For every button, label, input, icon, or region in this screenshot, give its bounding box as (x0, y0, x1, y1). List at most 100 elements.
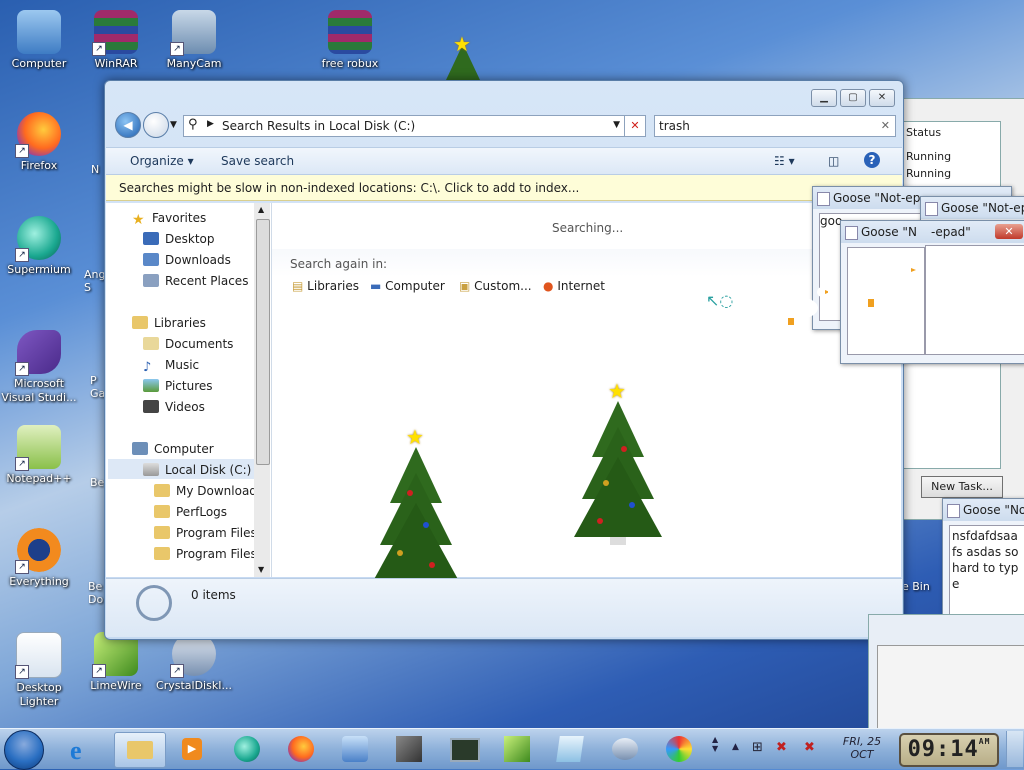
network-icon[interactable]: ⊞ (752, 740, 763, 755)
action-center-warning-icon[interactable]: ✖ (776, 740, 787, 755)
desktop-icon-winrar[interactable]: ↗ WinRAR (78, 10, 154, 71)
maximize-button[interactable]: ▢ (840, 89, 866, 107)
taskbar-crystaldisk-icon[interactable] (604, 732, 644, 766)
taskbar-control-panel-icon[interactable] (334, 732, 374, 766)
close-button[interactable]: ✕ (869, 89, 895, 107)
desktop-icon-everything[interactable]: ↗ Everything (1, 528, 77, 589)
taskbar-tool-icon[interactable] (388, 732, 428, 766)
search-query: trash (659, 119, 690, 133)
taskbar-supermium-icon[interactable] (226, 732, 266, 766)
nav-item-local-disk[interactable]: Local Disk (C:) (143, 463, 251, 477)
nav-item-music[interactable]: ♪ Music (143, 358, 199, 375)
volume-muted-icon[interactable]: ✖ (804, 740, 815, 755)
search-input[interactable]: trash ✕ (654, 115, 896, 137)
tool-icon (396, 736, 422, 762)
scroll-down-icon[interactable]: ▼ (258, 565, 264, 574)
christmas-tree: ★ (370, 425, 462, 595)
everything-icon: ↗ (15, 528, 61, 574)
nav-item-folder[interactable]: PerfLogs (154, 505, 227, 519)
view-options-icon[interactable]: ☷ ▾ (774, 154, 795, 168)
desktop-icon-firefox[interactable]: ↗ Firefox (1, 112, 77, 173)
partial-desktop-label: e Bin (902, 580, 930, 593)
taskbar-limewire-icon[interactable] (496, 732, 536, 766)
minimize-button[interactable]: ▁ (811, 89, 837, 107)
taskbar-scroll-icon[interactable]: ▲ ▼ (712, 735, 718, 753)
taskbar-firefox-icon[interactable] (280, 732, 320, 766)
nav-item-documents[interactable]: Documents (143, 337, 233, 351)
nav-item-desktop[interactable]: Desktop (143, 232, 215, 246)
scroll-up-icon[interactable]: ▲ (258, 205, 264, 214)
clock[interactable]: 09:14AM (899, 733, 999, 767)
column-header-status[interactable]: Status (906, 126, 941, 139)
taskbar-task-manager-icon[interactable] (442, 732, 482, 766)
desktop-icon-free-robux[interactable]: free robux (312, 10, 388, 71)
music-icon: ♪ (143, 360, 152, 375)
firefox-icon: ↗ (15, 112, 61, 158)
close-button[interactable]: ✕ (995, 224, 1023, 239)
taskbar-paint-icon[interactable] (658, 732, 698, 766)
nav-computer[interactable]: Computer (132, 442, 214, 456)
address-bar[interactable]: ⚲ ▶ Search Results in Local Disk (C:) ▼ (183, 115, 625, 137)
help-icon[interactable]: ? (864, 152, 880, 168)
nav-item-videos[interactable]: Videos (143, 400, 205, 414)
palette-icon (666, 736, 692, 762)
desktop-icon-crystaldiskinfo[interactable]: ↗ CrystalDiskI... (156, 632, 232, 693)
pictures-icon (143, 379, 159, 392)
search-again-label: Search again in: (290, 257, 388, 271)
nav-item-folder[interactable]: Program Files (154, 526, 257, 540)
nav-favorites[interactable]: ★ Favorites (132, 211, 206, 228)
search-again-libraries[interactable]: ▤ Libraries (292, 279, 359, 293)
taskbar-explorer-icon[interactable] (114, 732, 166, 768)
new-task-button[interactable]: New Task... (921, 476, 1003, 498)
search-again-internet[interactable]: ● Internet (543, 279, 605, 293)
nav-libraries[interactable]: Libraries (132, 316, 206, 330)
stop-search-icon[interactable]: ✕ (624, 115, 646, 137)
forward-button[interactable] (143, 112, 169, 138)
date-display[interactable]: FRI, 25 OCT (836, 735, 888, 761)
nav-item-pictures[interactable]: Pictures (143, 379, 213, 393)
desktop-icon-computer[interactable]: Computer (1, 10, 77, 71)
save-search-button[interactable]: Save search (221, 154, 294, 168)
search-again-computer[interactable]: ▬ Computer (370, 279, 445, 293)
back-button[interactable]: ◀ (115, 112, 141, 138)
busy-cursor-icon: ↖◌ (706, 291, 734, 310)
nav-scrollbar[interactable]: ▲ ▼ (254, 203, 270, 577)
notepad-text-area[interactable] (925, 245, 1024, 355)
scroll-thumb[interactable] (256, 219, 270, 465)
background-window (868, 614, 1024, 731)
nav-item-folder[interactable]: Program Files ( (154, 547, 265, 561)
organize-button[interactable]: Organize ▾ (130, 154, 194, 168)
taskbar-notepad-icon[interactable] (550, 732, 590, 766)
desktop-icon-manycam[interactable]: ↗ ManyCam (156, 10, 232, 71)
search-again-custom[interactable]: ▣ Custom... (459, 279, 532, 293)
desktop-icon-supermium[interactable]: ↗ Supermium (1, 216, 77, 277)
desktop-icon-notepadpp[interactable]: ↗ Notepad++ (1, 425, 77, 486)
nav-item-recent-places[interactable]: Recent Places (143, 274, 248, 288)
nav-item-folder[interactable]: My Downloads (154, 484, 263, 498)
firefox-icon: ● (543, 279, 554, 293)
manycam-icon: ↗ (170, 10, 216, 56)
index-infobar[interactable]: Searches might be slow in non-indexed lo… (106, 175, 902, 201)
start-button[interactable] (4, 730, 44, 770)
folder-icon: ▣ (459, 279, 471, 293)
address-dropdown-icon[interactable]: ▼ (613, 120, 620, 130)
folder-icon (154, 484, 170, 497)
control-panel-icon (342, 736, 368, 762)
visual-studio-icon: ↗ (15, 330, 61, 376)
desktop-icon-limewire[interactable]: ↗ LimeWire (78, 632, 154, 693)
show-desktop-button[interactable] (1006, 731, 1023, 767)
desktop-icon-visual-studio[interactable]: ↗ Microsoft Visual Studi... (1, 330, 77, 405)
clear-search-icon[interactable]: ✕ (881, 119, 890, 132)
folder-icon (154, 547, 170, 560)
desktop-icon-desktop-lighter[interactable]: ↗ Desktop Lighter (1, 632, 77, 709)
taskbar-media-player-icon[interactable]: ▶ (172, 732, 212, 766)
preview-pane-icon[interactable]: ◫ (828, 154, 839, 168)
details-pane: 0 items (106, 578, 902, 637)
notepad-icon (817, 192, 830, 206)
breadcrumb-arrow-icon[interactable]: ▶ (207, 119, 214, 129)
show-hidden-icons-icon[interactable]: ▲ (732, 742, 739, 752)
taskbar-ie-icon[interactable]: e (60, 732, 100, 766)
nav-item-downloads[interactable]: Downloads (143, 253, 231, 267)
recent-pages-chevron-icon[interactable]: ▼ (170, 120, 177, 130)
item-count: 0 items (191, 588, 236, 602)
